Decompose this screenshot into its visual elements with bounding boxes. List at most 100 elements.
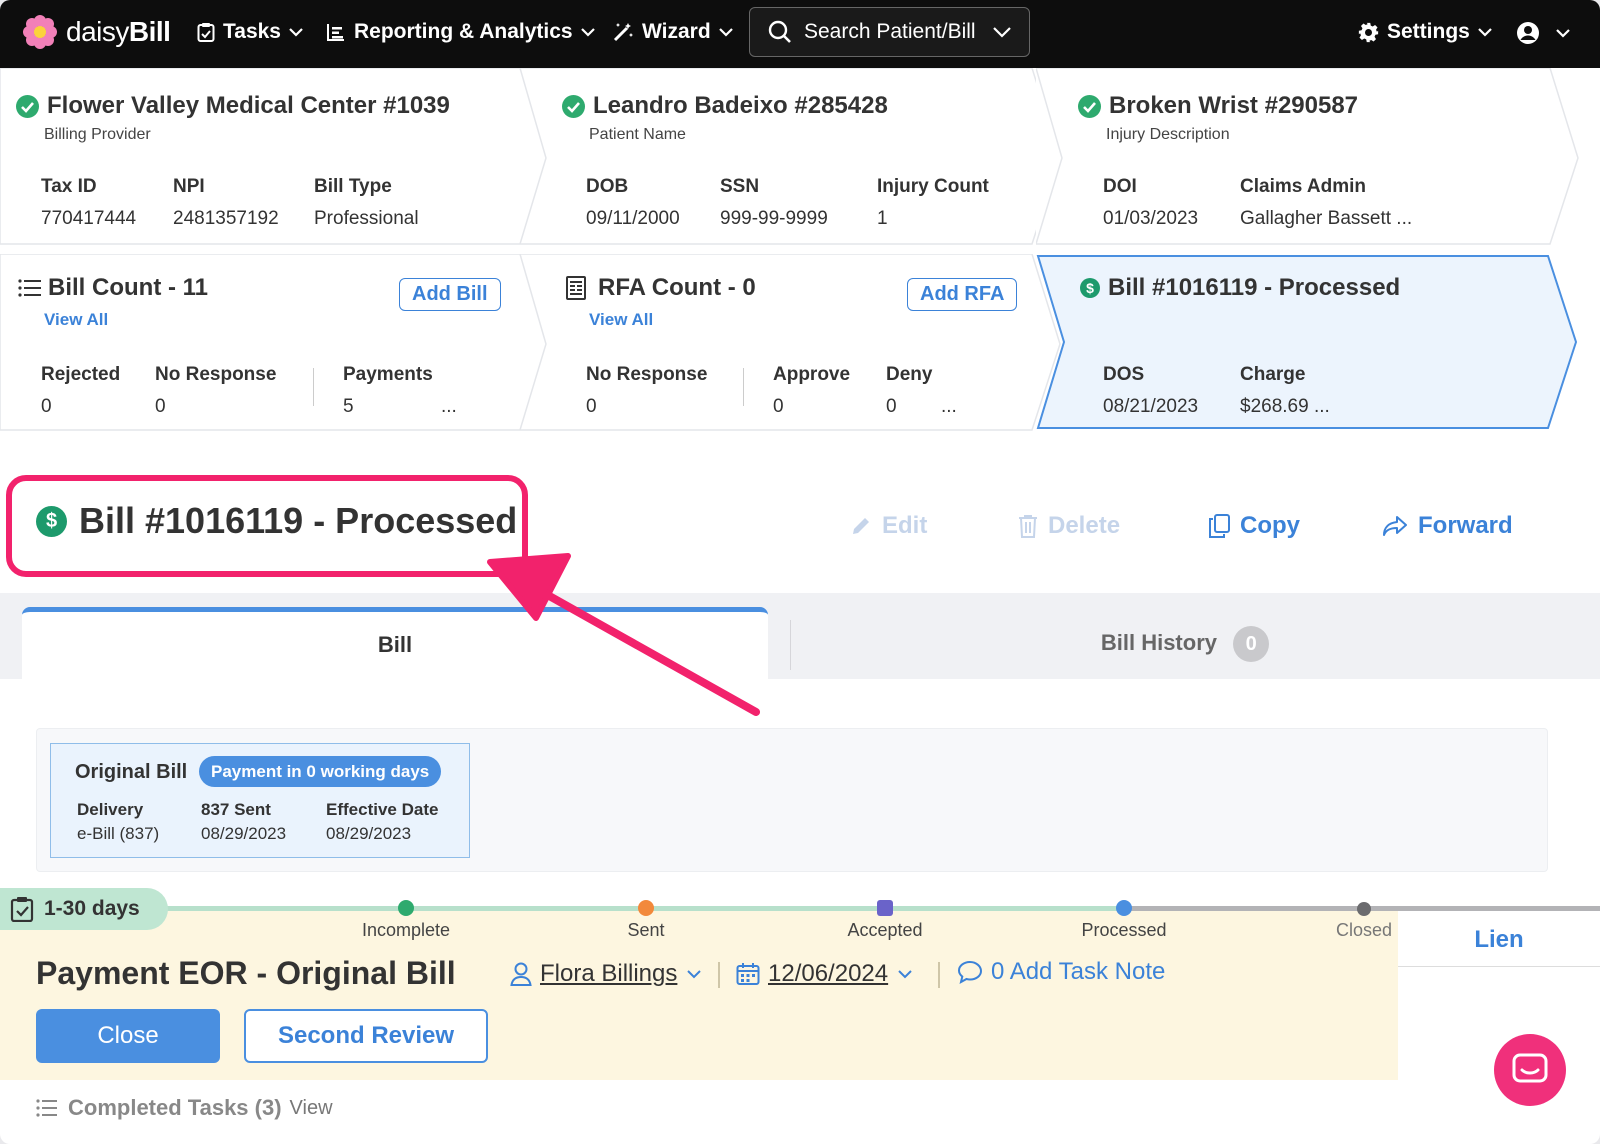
rfa-count-title: RFA Count - 0 xyxy=(598,274,756,301)
nav-settings[interactable]: Settings xyxy=(1358,20,1492,44)
injury-title: Broken Wrist #290587 xyxy=(1109,92,1359,119)
effective-date-value: 08/29/2023 xyxy=(326,824,412,843)
step-accepted: Accepted xyxy=(847,920,923,940)
clipboard-check-icon xyxy=(10,897,34,922)
add-rfa-button[interactable]: Add RFA xyxy=(907,278,1018,311)
step-sent: Sent xyxy=(627,920,665,940)
chevron-down-icon xyxy=(687,969,702,978)
completed-tasks-label: Completed Tasks (3) xyxy=(68,1095,282,1120)
view-all-bills-link[interactable]: View All xyxy=(44,310,108,330)
view-all-rfa-link[interactable]: View All xyxy=(589,310,653,330)
search-placeholder: Search Patient/Bill xyxy=(804,20,976,43)
search-patient-bill[interactable]: Search Patient/Bill xyxy=(749,7,1030,57)
injury-subtitle: Injury Description xyxy=(1106,126,1230,143)
top-nav: daisyBill Tasks Reporting & Analytics Wi… xyxy=(0,0,1600,68)
chevron-down-icon xyxy=(993,26,1011,38)
tax-id-value: 770417444 xyxy=(41,208,137,229)
view-completed-tasks-link[interactable]: View xyxy=(290,1097,333,1120)
due-date-value: 12/06/2024 xyxy=(768,960,889,987)
list-icon xyxy=(18,279,41,297)
delete-button[interactable]: Delete xyxy=(1018,512,1120,540)
trash-icon xyxy=(1019,515,1037,538)
original-bill-card[interactable]: Original Bill Payment in 0 working days … xyxy=(50,743,470,858)
effective-date-label: Effective Date xyxy=(326,800,439,819)
lien-tab[interactable]: Lien xyxy=(1398,915,1600,967)
chevron-down-icon xyxy=(1478,27,1492,37)
divider xyxy=(743,368,744,406)
step-sent-arrow-icon xyxy=(638,900,654,916)
due-date-picker[interactable]: 12/06/2024 xyxy=(736,960,912,988)
dob-label: DOB xyxy=(586,176,629,197)
step-closed-dot-icon xyxy=(1357,902,1371,916)
search-icon xyxy=(768,20,791,43)
days-label: 1-30 days xyxy=(44,897,140,920)
days-badge: 1-30 days xyxy=(0,888,168,930)
step-incomplete: Incomplete xyxy=(361,920,451,940)
step-incomplete-check-icon xyxy=(398,900,414,916)
tab-bill-history[interactable]: Bill History 0 xyxy=(790,610,1580,676)
payment-timing-badge: Payment in 0 working days xyxy=(199,756,442,787)
selected-bill-card[interactable]: $ Bill #1016119 - Processed DOS 08/21/202… xyxy=(1036,254,1600,434)
step-closed: Closed xyxy=(1335,920,1393,940)
edit-button[interactable]: Edit xyxy=(850,512,927,540)
task-title: Payment EOR - Original Bill xyxy=(36,955,456,991)
npi-value: 2481357192 xyxy=(173,208,279,229)
assignee-name: Flora Billings xyxy=(540,960,678,987)
ssn-label: SSN xyxy=(720,176,760,197)
no-response-label: No Response xyxy=(155,364,277,385)
npi-label: NPI xyxy=(173,176,205,197)
step-accepted-check-icon xyxy=(877,900,893,916)
second-review-button[interactable]: Second Review xyxy=(244,1009,488,1063)
bill-count-title: Bill Count - 11 xyxy=(48,274,209,301)
assignee-dropdown[interactable]: Flora Billings xyxy=(510,960,702,988)
deny-label: Deny xyxy=(886,364,933,385)
copy-label: Copy xyxy=(1240,512,1300,539)
billing-provider-card[interactable]: Flower Valley Medical Center #1039 Billi… xyxy=(0,68,548,248)
rejected-label: Rejected xyxy=(41,364,121,385)
claims-admin-value: Gallagher Bassett ... xyxy=(1240,208,1413,229)
copy-button[interactable]: Copy xyxy=(1208,512,1300,540)
more-ellipsis: ... xyxy=(441,396,457,417)
add-task-note-link[interactable]: 0 Add Task Note xyxy=(957,958,1165,986)
add-task-note-label: 0 Add Task Note xyxy=(991,958,1166,985)
charge-value: $268.69 ... xyxy=(1240,396,1330,417)
dob-value: 09/11/2000 xyxy=(586,208,680,229)
delivery-value: e-Bill (837) xyxy=(77,824,160,843)
injury-count-value: 1 xyxy=(877,208,888,229)
forward-button[interactable]: Forward xyxy=(1382,512,1513,540)
list-icon xyxy=(36,1099,57,1117)
delete-label: Delete xyxy=(1048,512,1121,539)
copy-icon xyxy=(1209,514,1230,538)
user-menu[interactable] xyxy=(1516,21,1570,45)
approve-label: Approve xyxy=(773,364,851,385)
patient-subtitle: Patient Name xyxy=(589,126,686,143)
dos-value: 08/21/2023 xyxy=(1103,396,1199,417)
chevron-down-icon xyxy=(289,27,303,37)
bill-card-title: Bill #1016119 - Processed xyxy=(1108,274,1401,301)
nav-tasks[interactable]: Tasks xyxy=(197,20,303,44)
nav-wizard[interactable]: Wizard xyxy=(612,20,733,44)
nav-reporting[interactable]: Reporting & Analytics xyxy=(326,20,595,44)
patient-card[interactable]: Leandro Badeixo #285428 Patient Name DOB… xyxy=(520,68,1068,248)
add-bill-button[interactable]: Add Bill xyxy=(399,278,501,311)
charge-label: Charge xyxy=(1240,364,1306,385)
claims-admin-label: Claims Admin xyxy=(1240,176,1366,197)
rfa-count-card[interactable]: RFA Count - 0 Add RFA View All No Respon… xyxy=(520,254,1068,434)
speech-bubble-icon xyxy=(957,960,983,984)
daisy-flower-icon xyxy=(23,15,57,49)
payments-value: 5 xyxy=(343,396,354,417)
bill-type-value: Professional xyxy=(314,208,419,229)
approve-value: 0 xyxy=(773,396,784,417)
close-task-button[interactable]: Close xyxy=(36,1009,220,1063)
bill-count-card[interactable]: Bill Count - 11 Add Bill View All Reject… xyxy=(0,254,548,434)
chat-support-button[interactable] xyxy=(1494,1034,1566,1106)
injury-card[interactable]: Broken Wrist #290587 Injury Description … xyxy=(1036,68,1600,248)
pencil-icon xyxy=(853,518,869,534)
check-circle-icon xyxy=(1078,94,1101,118)
chevron-down-icon xyxy=(1556,28,1570,38)
doi-value: 01/03/2023 xyxy=(1103,208,1199,229)
rfa-document-icon xyxy=(566,276,586,300)
nav-wizard-label: Wizard xyxy=(642,20,711,43)
app-window: daisyBill Tasks Reporting & Analytics Wi… xyxy=(0,0,1600,1144)
daisybill-logo[interactable]: daisyBill xyxy=(22,14,171,50)
